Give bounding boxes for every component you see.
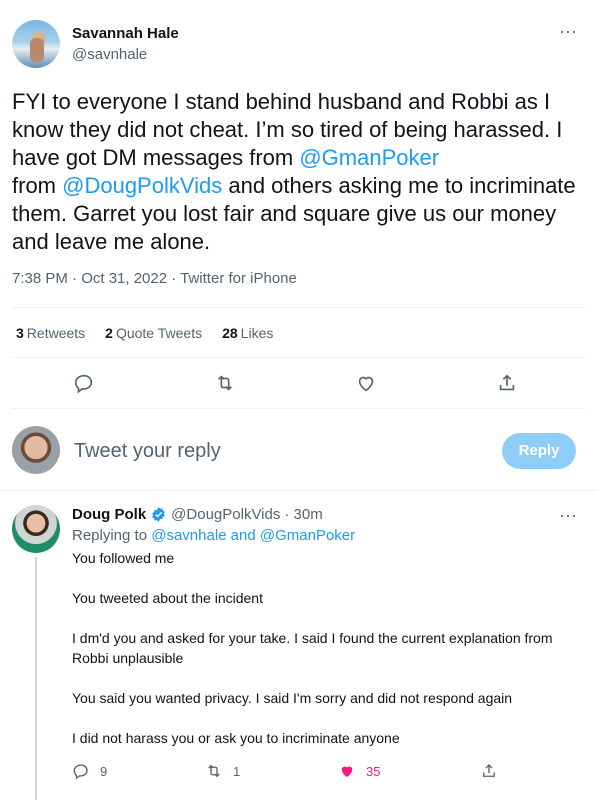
- divider: [12, 408, 586, 409]
- replying-to: Replying to @savnhale and @GmanPoker: [72, 527, 355, 544]
- reply-time[interactable]: · 30m: [284, 506, 322, 523]
- like-count: 35: [366, 763, 381, 779]
- reply-icon[interactable]: [73, 372, 95, 394]
- reply-line: You tweeted about the incident: [72, 590, 263, 606]
- retweet-icon: [208, 764, 220, 778]
- divider: [0, 490, 598, 491]
- quotes-count: 2: [105, 325, 113, 341]
- reply-line: You said you wanted privacy. I said I'm …: [72, 690, 513, 706]
- tweet-meta[interactable]: 7:38 PM · Oct 31, 2022 · Twitter for iPh…: [12, 270, 297, 287]
- reply-button[interactable]: Reply: [502, 433, 576, 469]
- divider: [12, 307, 586, 308]
- tweet-stats: 3 Retweets 2 Quote Tweets 28 Likes: [16, 325, 273, 341]
- likes-label: Likes: [240, 325, 274, 341]
- retweet-count: 1: [233, 763, 241, 779]
- quotes-label: Quote Tweets: [115, 325, 203, 341]
- reply-author-name[interactable]: Doug Polk: [72, 506, 146, 523]
- share-icon[interactable]: [496, 372, 518, 394]
- verified-badge-icon: [152, 507, 165, 522]
- likes-stat[interactable]: 28 Likes: [222, 325, 273, 341]
- liked-heart-icon: [341, 766, 353, 777]
- replying-prefix: Replying to: [72, 527, 152, 544]
- reply-actions: 9 1 35: [0, 760, 598, 784]
- reply-count: 9: [100, 763, 108, 779]
- tweet-actions: [0, 368, 598, 398]
- replying-mention[interactable]: @savnhale: [151, 527, 226, 544]
- reply-line: I dm'd you and asked for your take. I sa…: [72, 630, 553, 666]
- likes-count: 28: [222, 325, 238, 341]
- tweet-text-part: from: [12, 173, 63, 198]
- author-name[interactable]: Savannah Hale: [72, 25, 179, 42]
- reply-text: You followed me You tweeted about the in…: [72, 548, 572, 768]
- reply-author-avatar[interactable]: [12, 505, 60, 553]
- tweet-text-part: FYI to everyone I stand behind husband a…: [12, 89, 563, 170]
- reply-line: I did not harass you or ask you to incri…: [72, 730, 400, 746]
- reply-icon: [73, 764, 88, 780]
- reply-reply-action[interactable]: 9: [72, 762, 107, 780]
- replying-mention[interactable]: @GmanPoker: [260, 527, 355, 544]
- reply-share-action[interactable]: [480, 762, 498, 780]
- reply-input[interactable]: Tweet your reply: [74, 440, 221, 463]
- reply-more-options-icon[interactable]: ···: [559, 506, 577, 524]
- more-options-icon[interactable]: ···: [559, 22, 577, 40]
- user-avatar[interactable]: [12, 426, 60, 474]
- retweets-stat[interactable]: 3 Retweets: [16, 325, 85, 341]
- mention-link[interactable]: @DougPolkVids: [62, 173, 222, 198]
- like-icon[interactable]: [355, 372, 377, 394]
- author-avatar[interactable]: [12, 20, 60, 68]
- reply-like-action[interactable]: 35: [338, 762, 380, 780]
- tweet-text: FYI to everyone I stand behind husband a…: [12, 88, 588, 256]
- mention-link[interactable]: @GmanPoker: [299, 145, 439, 170]
- retweets-label: Retweets: [26, 325, 86, 341]
- quotes-stat[interactable]: 2 Quote Tweets: [105, 325, 202, 341]
- reply-header: Doug Polk @DougPolkVids · 30m: [72, 506, 323, 523]
- reply-author-handle[interactable]: @DougPolkVids: [171, 506, 280, 523]
- share-icon: [483, 764, 495, 777]
- divider: [12, 357, 586, 358]
- reply-line: You followed me: [72, 550, 175, 566]
- author-handle[interactable]: @savnhale: [72, 46, 147, 63]
- retweets-count: 3: [16, 325, 24, 341]
- replying-and: and: [226, 527, 260, 544]
- retweet-icon[interactable]: [214, 372, 236, 394]
- reply-retweet-action[interactable]: 1: [205, 762, 240, 780]
